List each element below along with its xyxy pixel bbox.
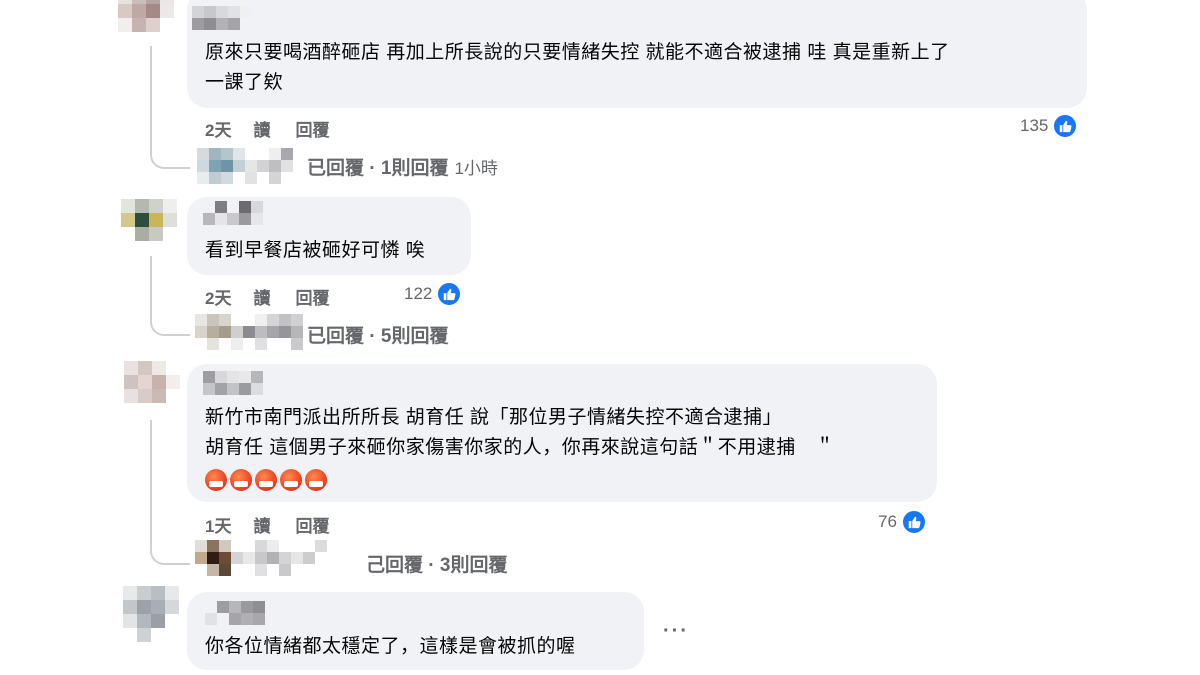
comment-text: 看到早餐店被砸好可憐 唉 [205,240,426,261]
comment-time[interactable]: 2天 [205,284,231,309]
angry-face-emoji [255,469,277,491]
commenter-name[interactable] [192,6,252,30]
comment-text: 原來只要喝酒醉砸店 再加上所長說的只要情緒失控 就能不適合被逮捕 哇 真是重新上… [205,42,950,93]
angry-face-emoji [205,469,227,491]
reply-time: 1小時 [454,159,498,178]
reply-avatars[interactable] [197,148,293,184]
avatar[interactable] [118,0,174,46]
emoji-row [205,469,327,491]
read-link[interactable]: 讀 [253,284,270,309]
comment-text: 新竹市南門派出所所長 胡育任 說「那位男子情緒失控不適合逮捕」 胡育任 這個男子… [205,407,835,458]
avatar[interactable] [123,586,179,642]
comment-actions: 2天 讀 回覆 [205,284,329,309]
thumbs-up-icon [436,281,463,307]
angry-face-emoji [280,469,302,491]
comment-text: 你各位情緒都太穩定了，這樣是會被抓的喔 [205,636,576,657]
comment-time[interactable]: 1天 [205,512,231,537]
like-count[interactable]: 135 [1020,113,1079,139]
comment-actions: 2天 讀 回覆 [205,116,329,141]
avatar[interactable] [121,199,177,255]
view-replies-link[interactable]: 已回覆 · 1則回覆 1小時 [307,153,498,180]
view-replies-link[interactable]: 已回覆 · 5則回覆 [307,321,448,348]
commenter-name[interactable] [193,601,265,625]
angry-face-emoji [305,469,327,491]
reply-avatars[interactable] [195,314,303,350]
read-link[interactable]: 讀 [253,116,270,141]
thread-line [150,256,190,336]
comment-actions: 1天 讀 回覆 [205,512,329,537]
reply-link[interactable]: 回覆 [295,512,329,537]
thread-line [150,46,190,169]
commenter-name[interactable] [203,371,263,395]
reply-link[interactable]: 回覆 [295,116,329,141]
commenter-name[interactable] [203,201,263,225]
more-options-icon[interactable]: ··· [663,620,689,643]
reply-avatars[interactable] [195,540,339,576]
comment-time[interactable]: 2天 [205,116,231,141]
like-count[interactable]: 76 [878,509,927,535]
like-count[interactable]: 122 [404,281,463,307]
thread-line [150,420,190,565]
read-link[interactable]: 讀 [253,512,270,537]
avatar[interactable] [124,361,180,417]
angry-face-emoji [230,469,252,491]
thumbs-up-icon [1052,113,1079,139]
thumbs-up-icon [900,509,927,535]
view-replies-link[interactable]: 己回覆 · 3則回覆 [366,550,507,577]
reply-link[interactable]: 回覆 [295,284,329,309]
